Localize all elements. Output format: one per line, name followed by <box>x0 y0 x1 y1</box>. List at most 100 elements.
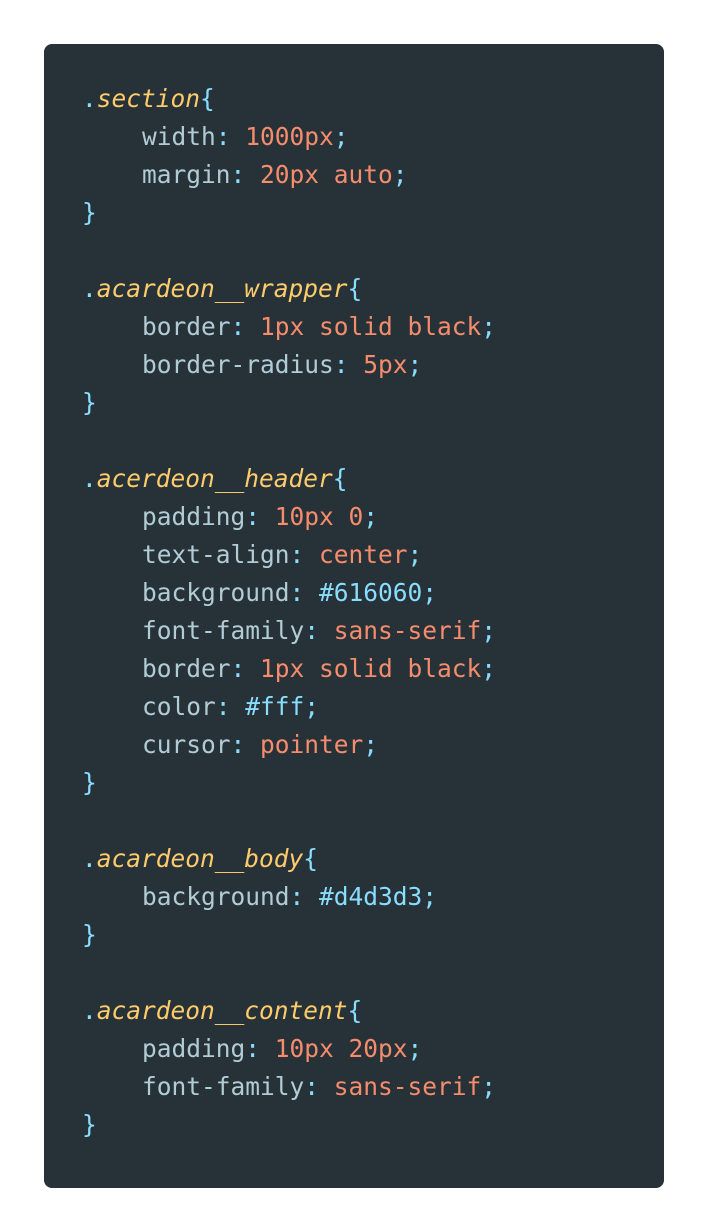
property-name: padding <box>142 1034 246 1063</box>
selector-dot: . <box>82 464 97 493</box>
semicolon: ; <box>481 654 497 683</box>
declaration-line: border: 1px solid black; <box>82 308 496 346</box>
colon: : <box>289 882 320 911</box>
selector-name: acardeon__content <box>96 996 348 1025</box>
property-value: 10px 0 <box>274 502 364 531</box>
close-brace: } <box>82 388 97 417</box>
open-brace: { <box>332 464 348 493</box>
close-brace: } <box>82 920 97 949</box>
code-block: .section{width: 1000px; margin: 20px auto… <box>44 44 664 1188</box>
closing-line: } <box>82 384 97 422</box>
property-value: 1000px <box>245 122 334 151</box>
property-value: 1px solid black <box>260 654 482 683</box>
property-name: border <box>142 312 231 341</box>
property-value: 20px auto <box>260 160 393 189</box>
semicolon: ; <box>333 122 349 151</box>
property-value: sans-serif <box>333 1072 482 1101</box>
colon: : <box>230 730 261 759</box>
property-name: background <box>142 882 290 911</box>
semicolon: ; <box>363 730 379 759</box>
property-value: center <box>319 540 408 569</box>
colon: : <box>215 122 246 151</box>
semicolon: ; <box>407 350 423 379</box>
semicolon: ; <box>422 882 438 911</box>
colon: : <box>289 578 320 607</box>
semicolon: ; <box>407 540 423 569</box>
colon: : <box>245 1034 275 1063</box>
closing-line: } <box>82 194 97 232</box>
semicolon: ; <box>363 502 379 531</box>
colon: : <box>230 312 261 341</box>
property-name: background <box>142 578 290 607</box>
close-brace: } <box>82 768 97 797</box>
selector-line: .acerdeon__header{ <box>82 460 348 498</box>
semicolon: ; <box>407 1034 423 1063</box>
selector-dot: . <box>82 996 97 1025</box>
property-name: color <box>142 692 216 721</box>
declaration-line: border-radius: 5px; <box>82 346 422 384</box>
property-value: #d4d3d3 <box>319 882 423 911</box>
close-brace: } <box>82 198 97 227</box>
property-name: font-family <box>142 1072 305 1101</box>
selector-name: acerdeon__header <box>96 464 333 493</box>
selector-name: acardeon__wrapper <box>96 274 348 303</box>
property-name: margin <box>142 160 231 189</box>
property-name: font-family <box>142 616 305 645</box>
selector-dot: . <box>82 274 97 303</box>
close-brace: } <box>82 1110 97 1139</box>
declaration-line: color: #fff; <box>82 688 319 726</box>
selector-line: .acardeon__content{ <box>82 992 362 1030</box>
declaration-line: padding: 10px 0; <box>82 498 378 536</box>
property-value: pointer <box>260 730 364 759</box>
semicolon: ; <box>304 692 320 721</box>
semicolon: ; <box>481 312 497 341</box>
property-name: border-radius <box>142 350 334 379</box>
open-brace: { <box>347 996 363 1025</box>
semicolon: ; <box>422 578 438 607</box>
closing-line: } <box>82 1106 97 1144</box>
colon: : <box>304 616 334 645</box>
declaration-line: background: #616060; <box>82 574 437 612</box>
selector-name: acardeon__body <box>96 844 304 873</box>
open-brace: { <box>303 844 319 873</box>
property-value: 10px 20px <box>274 1034 408 1063</box>
closing-line: } <box>82 916 97 954</box>
declaration-line: margin: 20px auto; <box>82 156 408 194</box>
property-name: padding <box>142 502 246 531</box>
property-value: #616060 <box>319 578 423 607</box>
property-value: 5px <box>363 350 408 379</box>
property-name: cursor <box>142 730 231 759</box>
property-value: #fff <box>245 692 305 721</box>
declaration-line: width: 1000px; <box>82 118 349 156</box>
colon: : <box>333 350 364 379</box>
selector-dot: . <box>82 84 97 113</box>
colon: : <box>289 540 320 569</box>
selector-line: .acardeon__wrapper{ <box>82 270 362 308</box>
declaration-line: background: #d4d3d3; <box>82 878 437 916</box>
colon: : <box>215 692 246 721</box>
property-value: sans-serif <box>333 616 482 645</box>
semicolon: ; <box>481 616 497 645</box>
selector-dot: . <box>82 844 97 873</box>
declaration-line: padding: 10px 20px; <box>82 1030 422 1068</box>
colon: : <box>304 1072 334 1101</box>
colon: : <box>230 160 261 189</box>
selector-line: .acardeon__body{ <box>82 840 318 878</box>
declaration-line: font-family: sans-serif; <box>82 612 496 650</box>
open-brace: { <box>347 274 363 303</box>
selector-name: section <box>96 84 201 113</box>
selector-line: .section{ <box>82 80 215 118</box>
declaration-line: cursor: pointer; <box>82 726 378 764</box>
semicolon: ; <box>481 1072 497 1101</box>
semicolon: ; <box>392 160 408 189</box>
property-value: 1px solid black <box>260 312 482 341</box>
colon: : <box>245 502 275 531</box>
property-name: border <box>142 654 231 683</box>
declaration-line: border: 1px solid black; <box>82 650 496 688</box>
colon: : <box>230 654 261 683</box>
property-name: width <box>142 122 216 151</box>
declaration-line: text-align: center; <box>82 536 422 574</box>
declaration-line: font-family: sans-serif; <box>82 1068 496 1106</box>
open-brace: { <box>200 84 215 113</box>
property-name: text-align <box>142 540 290 569</box>
